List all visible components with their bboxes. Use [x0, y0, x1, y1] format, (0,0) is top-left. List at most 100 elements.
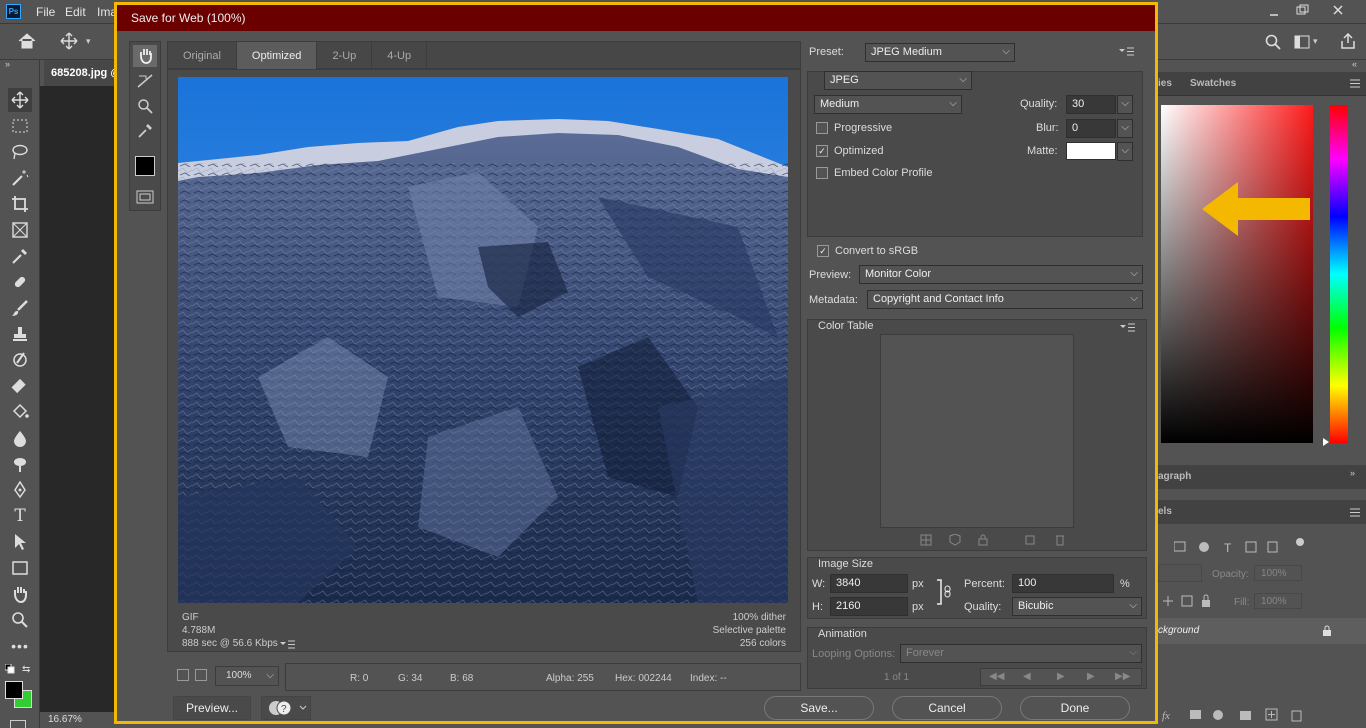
hand-tool-icon[interactable]	[8, 582, 32, 606]
chevron-down-icon[interactable]: ▾	[86, 36, 91, 47]
first-frame-icon[interactable]: ◀◀	[989, 671, 1004, 682]
tab-channels[interactable]: els	[1158, 506, 1172, 517]
workspace-icon[interactable]	[1294, 35, 1310, 49]
eyedropper-tool-icon[interactable]	[8, 244, 32, 268]
play-icon[interactable]: ▶	[1057, 671, 1065, 682]
panel-menu-icon[interactable]	[1350, 508, 1360, 517]
tab-paragraph[interactable]: agraph	[1158, 471, 1191, 482]
toggle-slices-icon[interactable]	[133, 186, 157, 208]
healing-brush-tool-icon[interactable]	[8, 270, 32, 294]
tab-original[interactable]: Original	[168, 42, 237, 70]
lasso-tool-icon[interactable]	[8, 140, 32, 164]
color-picker-field[interactable]	[1161, 105, 1313, 443]
marquee-tool-icon[interactable]	[8, 114, 32, 138]
clone-stamp-tool-icon[interactable]	[8, 322, 32, 346]
previous-frame-icon[interactable]: ◀	[1023, 671, 1031, 682]
constrain-proportions-link-icon[interactable]	[936, 578, 952, 606]
browser-preview-button[interactable]: ?	[261, 696, 311, 720]
color-table-menu-icon[interactable]	[1120, 323, 1136, 332]
more-tools-icon[interactable]: •••	[8, 634, 32, 658]
collapse-icon[interactable]: »	[1350, 468, 1355, 478]
paint-bucket-tool-icon[interactable]	[8, 400, 32, 424]
preset-select[interactable]: JPEG Medium ⌵	[865, 43, 1015, 62]
default-colors-icon[interactable]	[5, 664, 15, 674]
quality-slider-toggle[interactable]: ⌵	[1117, 95, 1133, 114]
document-tab[interactable]: 685208.jpg @	[44, 60, 124, 86]
move-tool-icon[interactable]	[8, 88, 32, 112]
minimize-icon[interactable]	[1268, 6, 1280, 18]
format-select[interactable]: JPEG ⌵	[824, 71, 972, 90]
tab-optimized[interactable]: Optimized	[236, 42, 318, 70]
hue-slider[interactable]	[1330, 105, 1348, 443]
blend-mode-select[interactable]	[1158, 564, 1202, 582]
move-tool-options-icon[interactable]	[60, 32, 78, 50]
foreground-color-swatch[interactable]	[5, 681, 23, 699]
type-tool-icon[interactable]: T	[8, 504, 32, 528]
dodge-tool-icon[interactable]	[8, 452, 32, 476]
magic-wand-tool-icon[interactable]	[8, 166, 32, 190]
blur-tool-icon[interactable]	[8, 426, 32, 450]
panel-menu-icon[interactable]	[1350, 79, 1360, 88]
optimized-preview-image[interactable]	[178, 77, 788, 603]
preview-select[interactable]: Monitor Color ⌵	[859, 265, 1143, 284]
filter-toggle-icon[interactable]	[1296, 538, 1304, 546]
cancel-button[interactable]: Cancel	[892, 696, 1002, 720]
eyedropper-color-swatch[interactable]	[135, 156, 155, 176]
progressive-checkbox[interactable]	[816, 122, 828, 134]
looping-options-select[interactable]: Forever ⌵	[900, 644, 1142, 663]
share-icon[interactable]	[1340, 33, 1356, 49]
tab-properties[interactable]: ies	[1158, 78, 1172, 89]
save-button[interactable]: Save...	[764, 696, 874, 720]
zoom-tool-icon[interactable]	[133, 95, 157, 117]
last-frame-icon[interactable]: ▶▶	[1115, 671, 1130, 682]
zoom-out-icon[interactable]	[177, 669, 189, 681]
embed-profile-checkbox[interactable]	[816, 167, 828, 179]
fill-field[interactable]: 100%	[1254, 593, 1302, 609]
menu-file[interactable]: File	[36, 5, 55, 19]
metadata-select[interactable]: Copyright and Contact Info ⌵	[867, 290, 1143, 309]
download-rate-menu-icon[interactable]	[280, 640, 296, 649]
done-button[interactable]: Done	[1020, 696, 1130, 720]
slice-select-tool-icon[interactable]	[133, 70, 157, 92]
home-icon[interactable]	[18, 33, 36, 49]
collapse-icon[interactable]: »	[5, 59, 10, 69]
eyedropper-tool-icon[interactable]	[133, 120, 157, 142]
brush-tool-icon[interactable]	[8, 296, 32, 320]
width-field[interactable]: 3840	[830, 574, 908, 593]
frame-tool-icon[interactable]	[8, 218, 32, 242]
eraser-tool-icon[interactable]	[8, 374, 32, 398]
quick-mask-icon[interactable]	[10, 720, 26, 728]
optimize-menu-icon[interactable]	[1119, 47, 1135, 56]
quality-field[interactable]: 30	[1066, 95, 1116, 114]
zoom-level-select[interactable]: 100% ⌵	[215, 666, 279, 686]
blur-slider-toggle[interactable]: ⌵	[1117, 119, 1133, 138]
tab-4-up[interactable]: 4-Up	[372, 42, 428, 70]
pen-tool-icon[interactable]	[8, 478, 32, 502]
swap-colors-icon[interactable]: ⇆	[22, 664, 30, 675]
hue-slider-handle[interactable]	[1323, 438, 1329, 446]
tab-2-up[interactable]: 2-Up	[317, 42, 373, 70]
zoom-in-icon[interactable]	[195, 669, 207, 681]
zoom-status[interactable]: 16.67%	[40, 712, 120, 728]
search-icon[interactable]	[1265, 34, 1281, 50]
convert-srgb-checkbox[interactable]: ✓	[817, 245, 829, 257]
height-field[interactable]: 2160	[830, 597, 908, 616]
resample-quality-select[interactable]: Bicubic ⌵	[1012, 597, 1142, 616]
menu-edit[interactable]: Edit	[65, 5, 86, 19]
crop-tool-icon[interactable]	[8, 192, 32, 216]
opacity-field[interactable]: 100%	[1254, 565, 1302, 581]
restore-icon[interactable]	[1296, 4, 1310, 16]
history-brush-tool-icon[interactable]	[8, 348, 32, 372]
collapse-panels-icon[interactable]: «	[1352, 59, 1357, 69]
close-window-icon[interactable]	[1332, 4, 1344, 16]
quality-level-select[interactable]: Medium ⌵	[814, 95, 962, 114]
zoom-tool-icon[interactable]	[8, 608, 32, 632]
optimized-checkbox[interactable]: ✓	[816, 145, 828, 157]
hand-tool-icon[interactable]	[133, 45, 157, 67]
rectangle-tool-icon[interactable]	[8, 556, 32, 580]
preview-button[interactable]: Preview...	[173, 696, 251, 720]
matte-color-swatch[interactable]	[1066, 142, 1116, 160]
matte-select[interactable]: ⌵	[1117, 142, 1133, 161]
color-table-grid[interactable]	[880, 334, 1074, 528]
tab-swatches[interactable]: Swatches	[1190, 78, 1236, 89]
